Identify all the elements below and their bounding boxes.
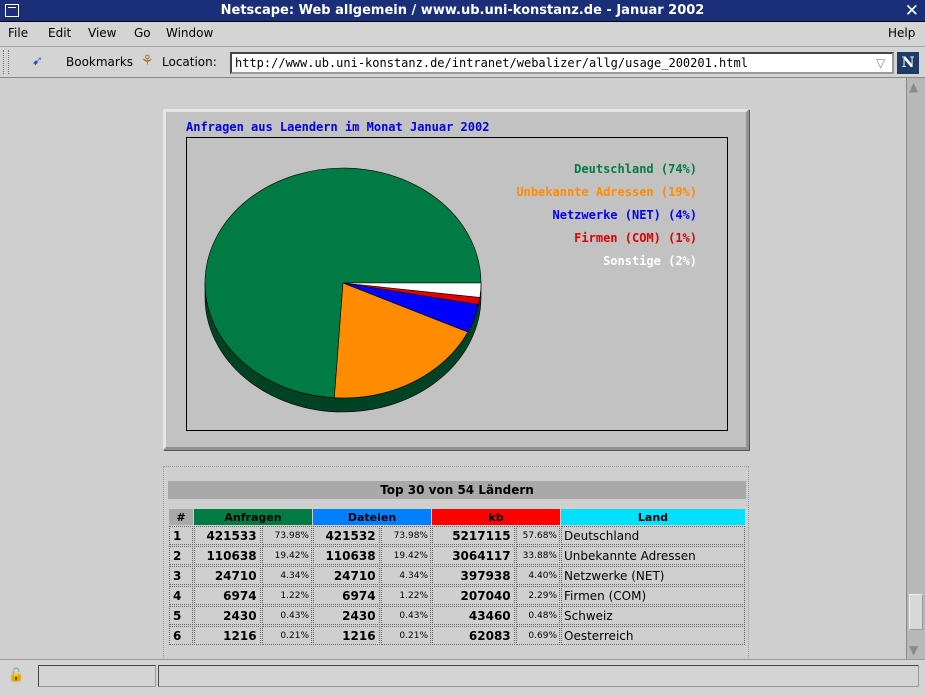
legend-unbekannte: Unbekannte Adressen (19%) xyxy=(516,185,697,199)
menu-help[interactable]: Help xyxy=(888,26,915,40)
table-cell: 2 xyxy=(169,546,193,565)
table-cell: Oesterreich xyxy=(561,626,745,645)
table-cell: 4.34% xyxy=(380,566,431,585)
col-rank: # xyxy=(169,509,193,525)
table-cell: 5217115 xyxy=(432,526,515,545)
scroll-thumb[interactable] xyxy=(909,594,923,630)
table-cell: 19.42% xyxy=(380,546,431,565)
table-cell: 0.43% xyxy=(380,606,431,625)
close-icon[interactable]: ✕ xyxy=(905,1,919,21)
table-cell: 0.43% xyxy=(261,606,312,625)
page-content: Anfragen aus Laendern im Monat Januar 20… xyxy=(0,78,906,659)
menu-bar: File Edit View Go Window Help xyxy=(0,22,925,47)
table-cell: Netzwerke (NET) xyxy=(561,566,745,585)
bookmarks-icon[interactable]: ➹ xyxy=(32,54,43,69)
url-input[interactable] xyxy=(230,52,894,74)
pie-chart xyxy=(204,167,482,413)
table-cell: Deutschland xyxy=(561,526,745,545)
status-bar: 🔓 xyxy=(0,659,925,695)
table-cell: 0.21% xyxy=(380,626,431,645)
table-cell: 6974 xyxy=(313,586,380,605)
table-cell: 24710 xyxy=(194,566,261,585)
menu-window[interactable]: Window xyxy=(166,26,213,40)
table-cell: 73.98% xyxy=(261,526,312,545)
table-cell: 19.42% xyxy=(261,546,312,565)
legend-firmen: Firmen (COM) (1%) xyxy=(574,231,697,245)
table-cell: 2430 xyxy=(313,606,380,625)
table-cell: 24710 xyxy=(313,566,380,585)
table-cell: 33.88% xyxy=(515,546,560,565)
table-cell: 62083 xyxy=(432,626,515,645)
menu-file[interactable]: File xyxy=(8,26,28,40)
table-cell: 1216 xyxy=(313,626,380,645)
table-cell: 0.21% xyxy=(261,626,312,645)
url-dropdown-icon[interactable]: ▽ xyxy=(876,56,885,70)
location-icon[interactable]: ⚘ xyxy=(141,53,154,69)
table-cell: 2430 xyxy=(194,606,261,625)
legend-sonstige: Sonstige (2%) xyxy=(603,254,697,268)
table-cell: 110638 xyxy=(313,546,380,565)
table-row: 5 2430 0.43% 2430 0.43% 43460 0.48% Schweiz xyxy=(169,606,745,625)
table-cell: 1 xyxy=(169,526,193,545)
table-cell: 3064117 xyxy=(432,546,515,565)
col-dateien: Dateien xyxy=(313,509,431,525)
scroll-down-icon[interactable]: ▼ xyxy=(909,643,918,657)
table-cell: 6974 xyxy=(194,586,261,605)
chart-title: Anfragen aus Laendern im Monat Januar 20… xyxy=(186,120,490,134)
table-cell: 207040 xyxy=(432,586,515,605)
location-label: Location: xyxy=(162,55,217,69)
pie-chart-frame: Anfragen aus Laendern im Monat Januar 20… xyxy=(163,109,749,450)
table-cell: 57.68% xyxy=(515,526,560,545)
col-land: Land xyxy=(561,509,745,525)
table-cell: 4.34% xyxy=(261,566,312,585)
table-cell: 421532 xyxy=(313,526,380,545)
table-cell: 0.48% xyxy=(515,606,560,625)
status-text xyxy=(158,665,919,687)
menu-edit[interactable]: Edit xyxy=(48,26,71,40)
location-toolbar: ➹ Bookmarks ⚘ Location: ▽ N xyxy=(0,47,925,78)
table-cell: 6 xyxy=(169,626,193,645)
country-table: # Anfragen Dateien kb Land 1 421533 73.98%… xyxy=(168,508,746,646)
bookmarks-button[interactable]: Bookmarks xyxy=(66,55,133,69)
window-titlebar[interactable]: Netscape: Web allgemein / www.ub.uni-kon… xyxy=(0,0,925,22)
security-lock-icon[interactable]: 🔓 xyxy=(8,668,26,686)
legend-deutschland: Deutschland (74%) xyxy=(574,162,697,176)
toolbar-grip[interactable] xyxy=(3,50,9,74)
table-cell: Unbekannte Adressen xyxy=(561,546,745,565)
netscape-logo[interactable]: N xyxy=(897,52,919,74)
table-cell: 4 xyxy=(169,586,193,605)
table-cell: Firmen (COM) xyxy=(561,586,745,605)
menu-go[interactable]: Go xyxy=(134,26,151,40)
table-cell: 2.29% xyxy=(515,586,560,605)
table-row: 2 110638 19.42% 110638 19.42% 3064117 33.88% Un… xyxy=(169,546,745,565)
table-cell: 3 xyxy=(169,566,193,585)
table-cell: Schweiz xyxy=(561,606,745,625)
table-cell: 5 xyxy=(169,606,193,625)
country-table-frame: Top 30 von 54 Ländern # Anfragen Dateien… xyxy=(163,466,749,659)
menu-view[interactable]: View xyxy=(88,26,116,40)
table-cell: 1.22% xyxy=(261,586,312,605)
table-cell: 43460 xyxy=(432,606,515,625)
legend-netzwerke: Netzwerke (NET) (4%) xyxy=(552,208,698,222)
table-cell: 4.40% xyxy=(515,566,560,585)
status-progress xyxy=(38,665,156,687)
table-cell: 73.98% xyxy=(380,526,431,545)
window-title: Netscape: Web allgemein / www.ub.uni-kon… xyxy=(220,3,705,18)
vertical-scrollbar[interactable]: ▲ ▼ xyxy=(906,78,925,659)
table-cell: 0.69% xyxy=(515,626,560,645)
table-row: 1 421533 73.98% 421532 73.98% 5217115 57.68% De… xyxy=(169,526,745,545)
table-cell: 1.22% xyxy=(380,586,431,605)
table-title: Top 30 von 54 Ländern xyxy=(168,481,746,499)
chart-panel: Deutschland (74%) Unbekannte Adressen (1… xyxy=(186,137,728,431)
table-cell: 397938 xyxy=(432,566,515,585)
col-anfragen: Anfragen xyxy=(194,509,312,525)
col-kb: kb xyxy=(432,509,560,525)
table-row: 6 1216 0.21% 1216 0.21% 62083 0.69% Oesterreich xyxy=(169,626,745,645)
table-cell: 421533 xyxy=(194,526,261,545)
table-cell: 1216 xyxy=(194,626,261,645)
scroll-up-icon[interactable]: ▲ xyxy=(909,80,918,94)
table-cell: 110638 xyxy=(194,546,261,565)
table-row: 3 24710 4.34% 24710 4.34% 397938 4.40% Netzwerk… xyxy=(169,566,745,585)
table-row: 4 6974 1.22% 6974 1.22% 207040 2.29% Firmen (CO… xyxy=(169,586,745,605)
